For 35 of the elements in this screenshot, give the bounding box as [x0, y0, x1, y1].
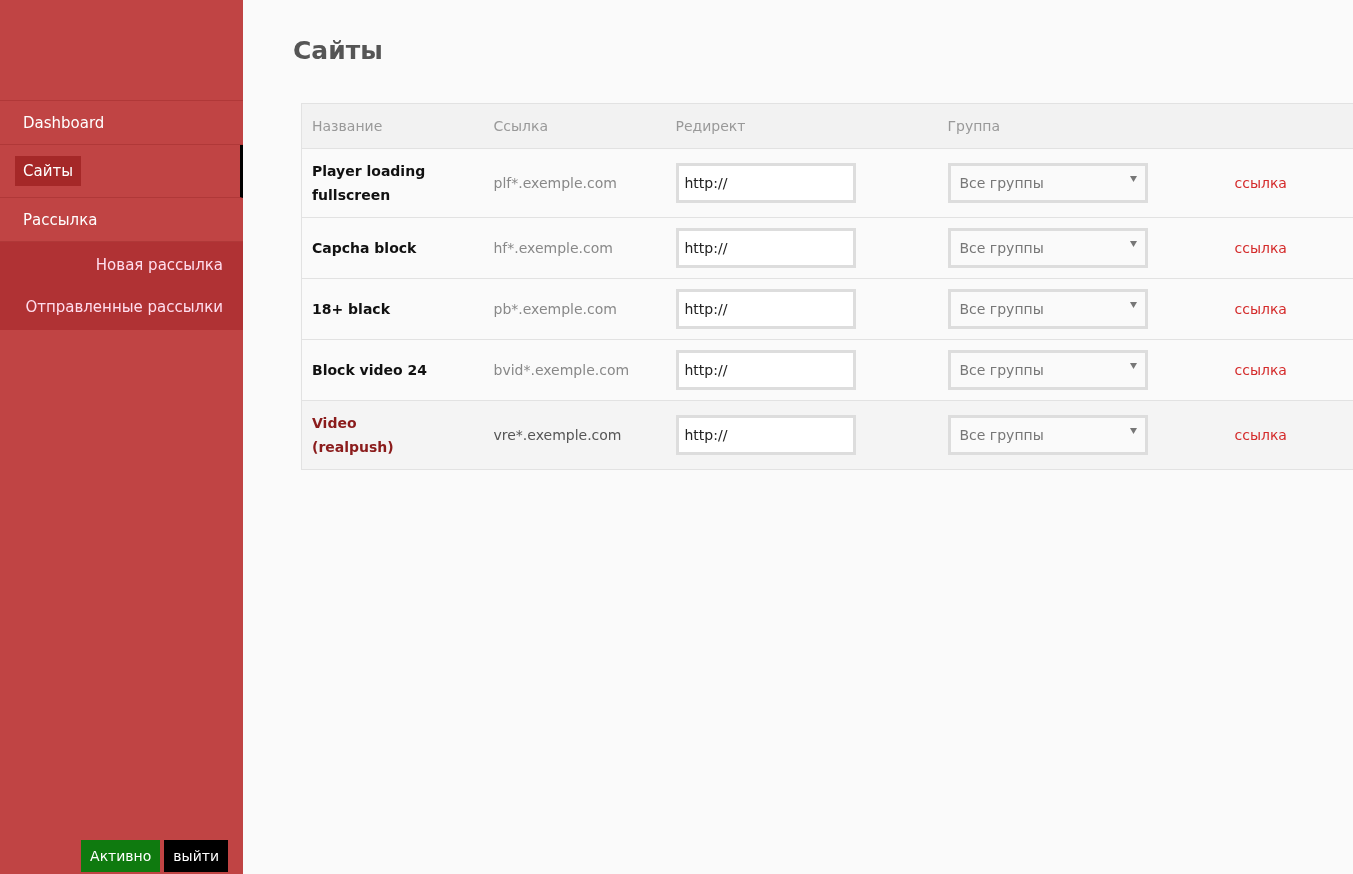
sidebar-item[interactable]: Сайты	[0, 145, 243, 198]
redirect-field[interactable]: http://	[675, 289, 856, 329]
group-dropdown[interactable]: Все группы	[947, 415, 1148, 455]
site-link-action[interactable]: ссылка	[1219, 240, 1287, 256]
caret-icon	[1129, 302, 1137, 308]
status-button[interactable]: Активно	[81, 840, 161, 872]
caret-icon	[1129, 363, 1137, 369]
site-name: Block video 24	[312, 361, 428, 380]
group-dropdown[interactable]: Все группы	[947, 289, 1148, 329]
page-title: Сайты	[293, 36, 384, 65]
site-link-action[interactable]: ссылка	[1219, 427, 1287, 443]
redirect-field[interactable]: http://	[675, 415, 856, 455]
caret-icon	[1129, 428, 1137, 434]
site-name: Player loading fullscreen	[312, 162, 427, 205]
redirect-field[interactable]: http://	[675, 228, 856, 268]
caret-icon	[1129, 241, 1137, 247]
sidebar-subitem[interactable]: Новая рассылка	[0, 244, 243, 286]
group-dropdown[interactable]: Все группы	[947, 163, 1148, 203]
group-dropdown[interactable]: Все группы	[947, 350, 1148, 390]
column-header: Ссылка	[483, 103, 666, 149]
redirect-field[interactable]: http://	[675, 350, 856, 390]
column-header: Редирект	[665, 103, 938, 149]
column-header: Название	[301, 103, 484, 149]
site-link-action[interactable]: ссылка	[1219, 301, 1287, 317]
caret-icon	[1129, 176, 1137, 182]
site-name: Capcha block	[312, 239, 418, 258]
site-link-action[interactable]: ссылка	[1219, 175, 1287, 191]
redirect-field[interactable]: http://	[675, 163, 856, 203]
column-header: Группа	[937, 103, 1210, 149]
site-link-action[interactable]: ссылка	[1219, 362, 1287, 378]
group-dropdown[interactable]: Все группы	[947, 228, 1148, 268]
site-name: Video (realpush)	[312, 414, 395, 457]
logout-button[interactable]: выйти	[164, 840, 228, 872]
sidebar-subitem[interactable]: Отправленные рассылки	[0, 286, 243, 328]
site-name: 18+ black	[312, 300, 391, 319]
